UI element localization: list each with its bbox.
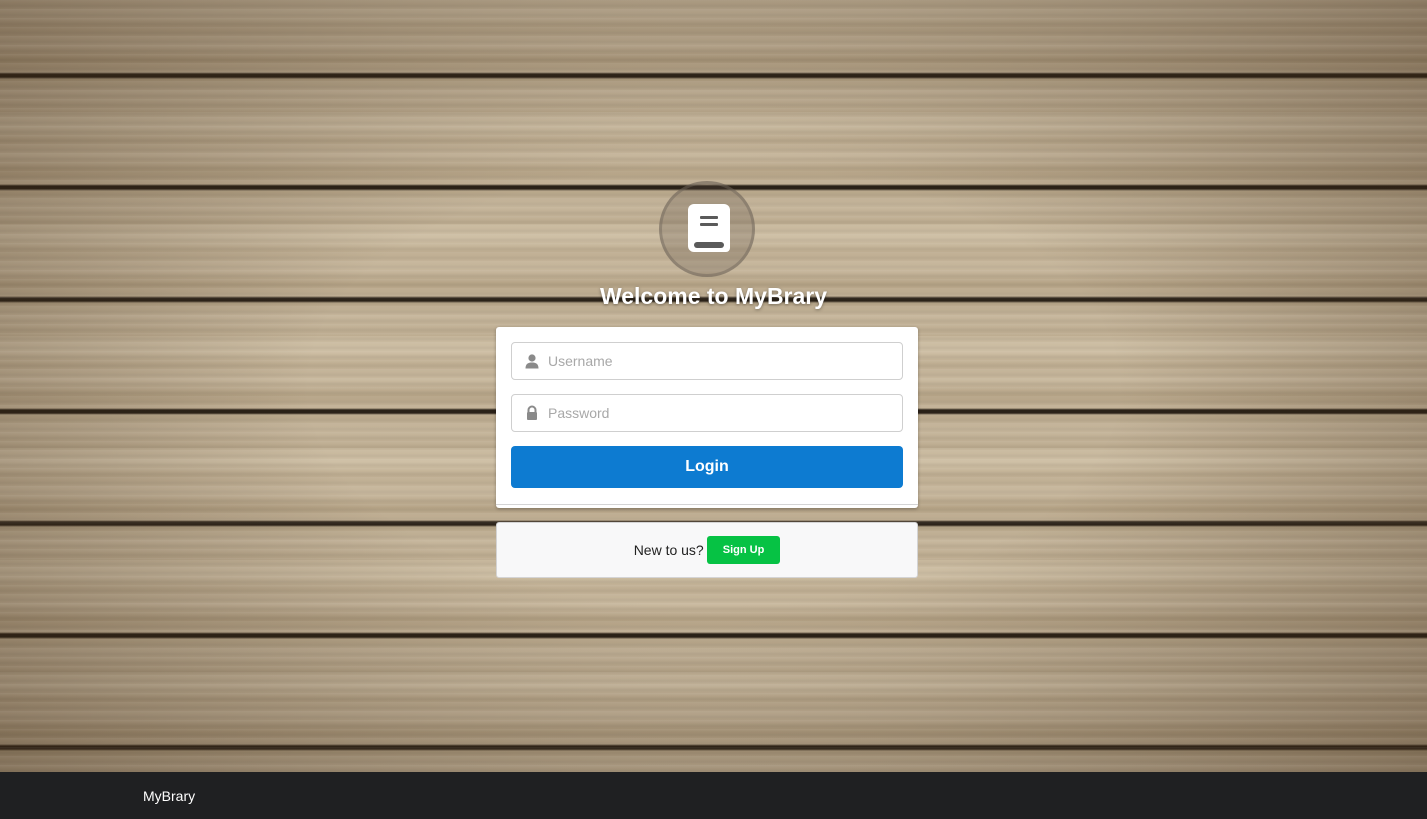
signup-card: New to us? Sign Up [496,522,918,578]
logo-circle [659,181,755,277]
login-card: Login [496,327,918,508]
password-field[interactable] [511,394,903,432]
footer-brand[interactable]: MyBrary [143,788,195,804]
lock-icon [527,405,537,420]
page-title: Welcome to MyBrary [599,283,828,309]
password-input[interactable] [548,395,888,431]
username-input[interactable] [548,343,888,379]
signup-prompt: New to us? [633,542,704,558]
footer: MyBrary [0,772,1427,819]
login-button[interactable]: Login [511,446,903,488]
username-field[interactable] [511,342,903,380]
book-icon [688,204,730,252]
signup-button[interactable]: Sign Up [706,536,781,564]
user-icon [525,354,539,369]
